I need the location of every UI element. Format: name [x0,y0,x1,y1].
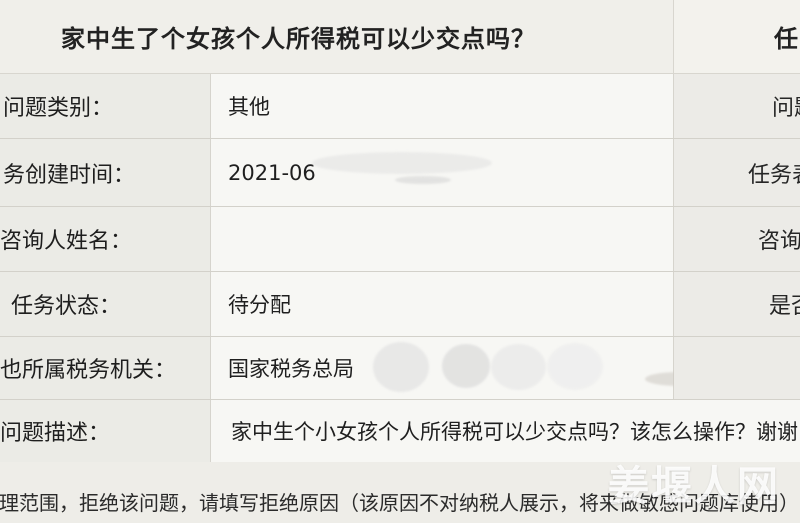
right-header-label: 任 [774,25,798,53]
redaction-blur [442,344,490,388]
value-cell: 2021-06 [211,139,674,206]
field-value-created-time: 2021-06 [228,160,316,185]
value-cell [211,207,674,271]
field-value-tax-authority: 国家税务总局 [228,357,354,381]
field-label-tax-authority: 也所属税务机关： [0,358,177,383]
field-label-task-status: 任务状态： [11,294,122,319]
right-header-cell: 任 [674,0,800,74]
form-screen: 家中生了个女孩个人所得税可以少交点吗？ 任 问题类别： 其他 问题 务创建时间：… [0,0,800,523]
value-cell: 待分配 [211,272,674,336]
page-title: 家中生了个女孩个人所得税可以少交点吗？ [61,25,536,53]
label-cell: 任务状态： [0,272,211,336]
label-cell: 也所属税务机关： [0,337,211,399]
right-label-task: 任务表 [748,162,800,188]
field-label-question-category: 问题类别： [3,96,114,121]
table-row: 问题类别： 其他 问题 [0,74,800,139]
value-cell: 家中生个小女孩个人所得税可以少交点吗？该怎么操作？谢谢 [211,400,800,462]
right-cell: 问题 [674,74,800,138]
title-header-cell: 家中生了个女孩个人所得税可以少交点吗？ [0,0,674,74]
field-value-question-category: 其他 [228,95,270,119]
right-label-inquiry: 咨询 [758,229,800,254]
label-cell: 问题描述： [0,400,211,462]
redaction-blur [491,344,546,390]
field-value-question-description: 家中生个小女孩个人所得税可以少交点吗？该怎么操作？谢谢 [231,420,798,444]
right-cell: 咨询 [674,207,800,271]
redaction-blur [312,152,492,174]
right-cell: 是否 [674,272,800,336]
table-row: 任务状态： 待分配 是否 [0,272,800,337]
right-cell: 任务表 [674,139,800,206]
table-row: 咨询人姓名： 咨询 [0,207,800,272]
value-cell: 国家税务总局 [211,337,715,399]
right-label-yes-no: 是否 [769,294,800,319]
rejection-note: 理范围，拒绝该问题，请填写拒绝原因（该原因不对纳税人展示，将来做敏感问题库使用） [0,491,799,515]
redaction-blur [547,343,603,390]
label-cell: 咨询人姓名： [0,207,211,271]
value-cell: 其他 [211,74,674,138]
table-row: 问题描述： 家中生个小女孩个人所得税可以少交点吗？该怎么操作？谢谢 [0,400,800,463]
table-row: 也所属税务机关： 国家税务总局 [0,337,800,400]
right-cell [674,337,800,399]
field-label-created-time: 务创建时间： [3,162,136,188]
label-cell: 务创建时间： [0,139,211,206]
field-value-task-status: 待分配 [228,293,291,317]
label-cell: 问题类别： [0,74,211,138]
table-row: 务创建时间： 2021-06 任务表 [0,139,800,207]
redaction-blur [373,342,429,392]
right-label-question: 问题 [772,96,800,121]
field-label-question-description: 问题描述： [0,421,111,446]
field-label-inquirer-name: 咨询人姓名： [0,229,133,254]
redaction-blur [395,176,451,184]
